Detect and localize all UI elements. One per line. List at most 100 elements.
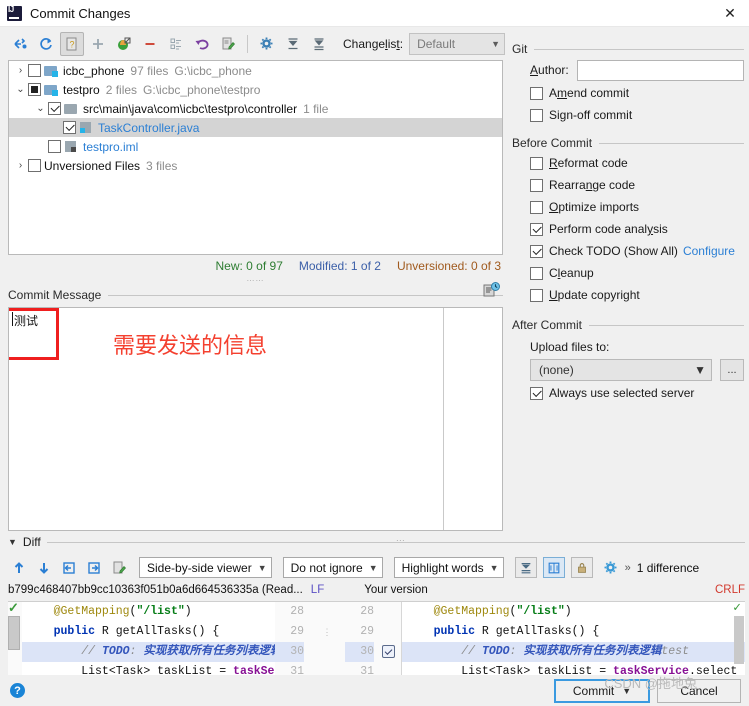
right-scrollbar-thumb[interactable] (734, 616, 744, 664)
tree-item-label: src\main\java\com\icbc\testpro\controlle… (83, 101, 298, 116)
amend-commit-row[interactable]: Amend commit (530, 82, 744, 104)
amend-commit-checkbox[interactable] (530, 86, 543, 100)
move-to-changelist-icon[interactable] (112, 32, 136, 56)
apply-change-checkbox[interactable] (382, 645, 395, 658)
update-copyright-checkbox[interactable] (530, 288, 543, 302)
reformat-code-checkbox[interactable] (530, 156, 543, 170)
show-whitespace-icon[interactable] (542, 557, 565, 578)
collapse-triangle-icon[interactable]: ▼ (8, 537, 17, 547)
perform-code-analysis-checkbox[interactable] (530, 222, 543, 236)
expand-all-icon[interactable] (281, 32, 305, 56)
check-todo-checkbox[interactable] (530, 244, 543, 258)
rearrange-code-row[interactable]: Rearrange code (530, 174, 744, 196)
file-checkbox[interactable] (63, 121, 76, 134)
gear-icon[interactable] (600, 557, 622, 579)
code-line: @GetMapping("/list") (433, 605, 572, 618)
message-history-icon[interactable] (483, 282, 501, 298)
chevron-down-icon: ▼ (491, 38, 501, 49)
splitter-handle[interactable]: ⋯⋯ (8, 277, 503, 285)
cleanup-checkbox[interactable] (530, 266, 543, 280)
optimize-imports-row[interactable]: Optimize imports (530, 196, 744, 218)
delete-icon[interactable] (138, 32, 162, 56)
tree-item-label: icbc_phone (63, 63, 125, 78)
collapse-chevron-icon[interactable]: ⌄ (13, 80, 28, 99)
collapse-chevron-icon[interactable]: ⌄ (33, 99, 48, 118)
upload-server-dropdown[interactable]: (none) ▼ (530, 359, 712, 381)
file-checkbox[interactable] (28, 159, 41, 172)
expand-chevron-icon[interactable]: › (13, 61, 28, 80)
tree-row[interactable]: testpro.iml (9, 137, 502, 156)
chevron-down-icon: ▼ (489, 562, 499, 573)
close-icon[interactable]: ✕ (711, 0, 749, 27)
right-code-pane[interactable]: @GetMapping("/list") public R getAllTask… (401, 602, 745, 685)
left-scrollbar-thumb[interactable] (8, 616, 20, 650)
diff-section-header[interactable]: ▼ Diff (8, 534, 745, 550)
tree-row[interactable]: › Unversioned Files 3 files (9, 156, 502, 175)
author-field[interactable] (576, 59, 744, 81)
svg-text:?: ? (70, 39, 75, 49)
changelist-dropdown[interactable]: Default ▼ (409, 32, 506, 55)
accept-right-icon[interactable] (83, 557, 105, 579)
edit-source-icon[interactable] (216, 32, 240, 56)
commit-button[interactable]: Commit ▼ (554, 678, 650, 703)
chevron-down-icon[interactable]: ▼ (622, 686, 631, 696)
upload-server-browse-button[interactable]: ... (720, 359, 744, 381)
configure-link[interactable]: Configure (683, 244, 735, 258)
perform-code-analysis-row[interactable]: Perform code analysis (530, 218, 744, 240)
collapse-all-icon[interactable] (307, 32, 331, 56)
refresh-icon[interactable] (34, 32, 58, 56)
show-diff-icon[interactable] (8, 32, 32, 56)
changed-files-tree[interactable]: › icbc_phone 97 files G:\icbc_phone ⌄ te… (8, 60, 503, 255)
always-use-server-checkbox[interactable] (530, 386, 543, 400)
author-row: Author: (530, 58, 744, 82)
sign-off-commit-checkbox[interactable] (530, 108, 543, 122)
viewer-mode-dropdown[interactable]: Side-by-side viewer ▼ (139, 557, 272, 578)
group-by-icon[interactable] (164, 32, 188, 56)
update-copyright-row[interactable]: Update copyright (530, 284, 744, 306)
file-checkbox[interactable] (28, 64, 41, 77)
cancel-button[interactable]: Cancel (657, 678, 741, 703)
tree-item-label: testpro.iml (83, 139, 139, 154)
accept-left-icon[interactable] (58, 557, 80, 579)
changelist-value: Default (417, 36, 456, 51)
line-number: 30 (275, 642, 304, 662)
tree-row[interactable]: TaskController.java (9, 118, 502, 137)
optimize-imports-checkbox[interactable] (530, 200, 543, 214)
highlight-mode-dropdown[interactable]: Highlight words ▼ (393, 557, 504, 578)
upload-label: Upload files to: (530, 340, 610, 354)
help-icon[interactable]: ? (10, 683, 25, 698)
collapse-unchanged-icon[interactable] (514, 557, 537, 578)
more-options-chevron-icon[interactable]: » (625, 562, 631, 574)
expand-chevron-icon[interactable]: › (13, 156, 28, 175)
tree-row[interactable]: ⌄ testpro 2 files G:\icbc_phone\testpro (9, 80, 502, 99)
add-icon[interactable] (86, 32, 110, 56)
always-use-server-row[interactable]: Always use selected server (530, 382, 744, 404)
cleanup-row[interactable]: Cleanup (530, 262, 744, 284)
accept-change-gutter[interactable] (379, 602, 401, 685)
tree-row[interactable]: ⌄ src\main\java\com\icbc\testpro\control… (9, 99, 502, 118)
previous-difference-icon[interactable] (8, 557, 30, 579)
reformat-code-label: Reformat code (549, 156, 628, 170)
edit-source-icon[interactable] (108, 557, 130, 579)
file-checkbox[interactable] (48, 140, 61, 153)
next-difference-icon[interactable] (33, 557, 55, 579)
folder-icon (64, 102, 80, 116)
commit-message-input[interactable]: 测试 需要发送的信息 (8, 307, 503, 531)
file-checkbox[interactable] (48, 102, 61, 115)
rollback-icon[interactable] (190, 32, 214, 56)
code-line: public R getAllTasks() { (53, 625, 220, 638)
show-unversioned-icon[interactable]: ? (60, 31, 84, 56)
left-code-pane[interactable]: @GetMapping("/list") public R getAllTask… (22, 602, 275, 685)
lock-icon[interactable] (570, 557, 593, 578)
cancel-button-label: Cancel (680, 683, 718, 698)
file-checkbox[interactable] (28, 83, 41, 96)
ignore-mode-dropdown[interactable]: Do not ignore ▼ (282, 557, 383, 578)
check-todo-row[interactable]: Check TODO (Show All) Configure (530, 240, 744, 262)
diff-viewer[interactable]: ✓ @GetMapping("/list") public R getAllTa… (8, 601, 745, 685)
rearrange-code-checkbox[interactable] (530, 178, 543, 192)
tree-row[interactable]: › icbc_phone 97 files G:\icbc_phone (9, 61, 502, 80)
sign-off-commit-row[interactable]: Sign-off commit (530, 104, 744, 126)
viewer-mode-value: Side-by-side viewer (147, 560, 252, 575)
settings-icon[interactable] (255, 32, 279, 56)
reformat-code-row[interactable]: Reformat code (530, 152, 744, 174)
